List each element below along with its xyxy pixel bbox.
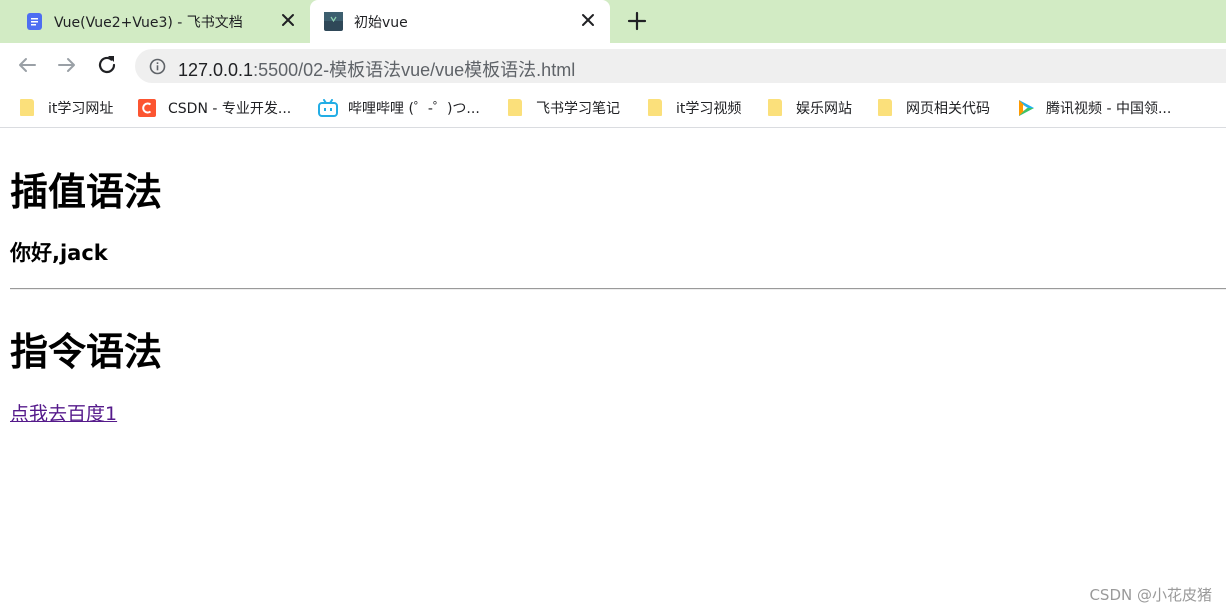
bookmark-label: 哔哩哔哩 (゜-゜)つ...: [348, 101, 480, 117]
folder-icon: [508, 99, 524, 117]
folder-icon: [768, 99, 784, 117]
heading-directive: 指令语法: [10, 330, 163, 374]
forward-arrow-icon[interactable]: [55, 53, 79, 77]
tab-feishu-doc[interactable]: Vue(Vue2+Vue3) - 飞书文档: [0, 0, 310, 43]
bilibili-icon: [318, 99, 338, 117]
page-content: 插值语法 你好,jack 指令语法 点我去百度1 CSDN @小花皮猪: [0, 129, 1226, 613]
close-icon[interactable]: [278, 10, 298, 30]
vue-favicon: [324, 12, 343, 31]
tab-vue-initial[interactable]: 初始vue: [310, 0, 610, 43]
tab-title: Vue(Vue2+Vue3) - 飞书文档: [54, 15, 243, 31]
bookmark-label: CSDN - 专业开发...: [168, 101, 292, 117]
heading-interpolation: 插值语法: [10, 170, 163, 214]
bookmark-label: it学习网址: [48, 101, 114, 117]
browser-toolbar: 127.0.0.1:5500/02-模板语法vue/vue模板语法.html: [0, 43, 1226, 88]
folder-icon: [20, 99, 36, 117]
back-arrow-icon[interactable]: [15, 53, 39, 77]
reload-icon[interactable]: [95, 53, 119, 77]
watermark: CSDN @小花皮猪: [1089, 586, 1212, 604]
bookmark-entertainment[interactable]: 娱乐网站: [768, 97, 852, 119]
tab-title: 初始vue: [354, 15, 408, 31]
horizontal-rule: [10, 288, 1226, 290]
bookmark-bilibili[interactable]: 哔哩哔哩 (゜-゜)つ...: [318, 97, 480, 119]
csdn-icon: [138, 99, 156, 117]
doc-icon: [27, 13, 42, 30]
bookmark-web-code[interactable]: 网页相关代码: [878, 97, 990, 119]
bookmark-tencent-video[interactable]: 腾讯视频 - 中国领...: [1016, 97, 1171, 119]
bookmark-feishu-notes[interactable]: 飞书学习笔记: [508, 97, 620, 119]
bookmark-label: 腾讯视频 - 中国领...: [1046, 101, 1172, 117]
url-host: 127.0.0.1: [178, 60, 254, 80]
tab-strip: Vue(Vue2+Vue3) - 飞书文档 初始vue: [0, 0, 1226, 43]
folder-icon: [878, 99, 894, 117]
bookmark-csdn[interactable]: CSDN - 专业开发...: [138, 97, 291, 119]
baidu-link[interactable]: 点我去百度1: [10, 399, 117, 426]
bookmark-label: it学习视频: [676, 101, 742, 117]
greeting-text: 你好,jack: [10, 241, 108, 265]
info-icon[interactable]: [149, 58, 166, 75]
bookmark-label: 网页相关代码: [906, 101, 990, 117]
bookmarks-bar: it学习网址 CSDN - 专业开发... 哔哩哔哩 (゜-゜)つ... 飞书学…: [0, 88, 1226, 128]
close-icon[interactable]: [578, 10, 598, 30]
folder-icon: [648, 99, 664, 117]
tencent-video-icon: [1019, 100, 1034, 116]
bookmark-it-videos[interactable]: it学习视频: [648, 97, 741, 119]
bookmark-label: 飞书学习笔记: [536, 101, 620, 117]
url-path: :5500/02-模板语法vue/vue模板语法.html: [253, 60, 576, 80]
url-text[interactable]: 127.0.0.1:5500/02-模板语法vue/vue模板语法.html: [178, 56, 575, 82]
bookmark-label: 娱乐网站: [796, 101, 852, 117]
bookmark-it-links[interactable]: it学习网址: [20, 97, 113, 119]
address-bar[interactable]: 127.0.0.1:5500/02-模板语法vue/vue模板语法.html: [135, 49, 1226, 83]
new-tab-plus-icon[interactable]: [625, 9, 649, 33]
